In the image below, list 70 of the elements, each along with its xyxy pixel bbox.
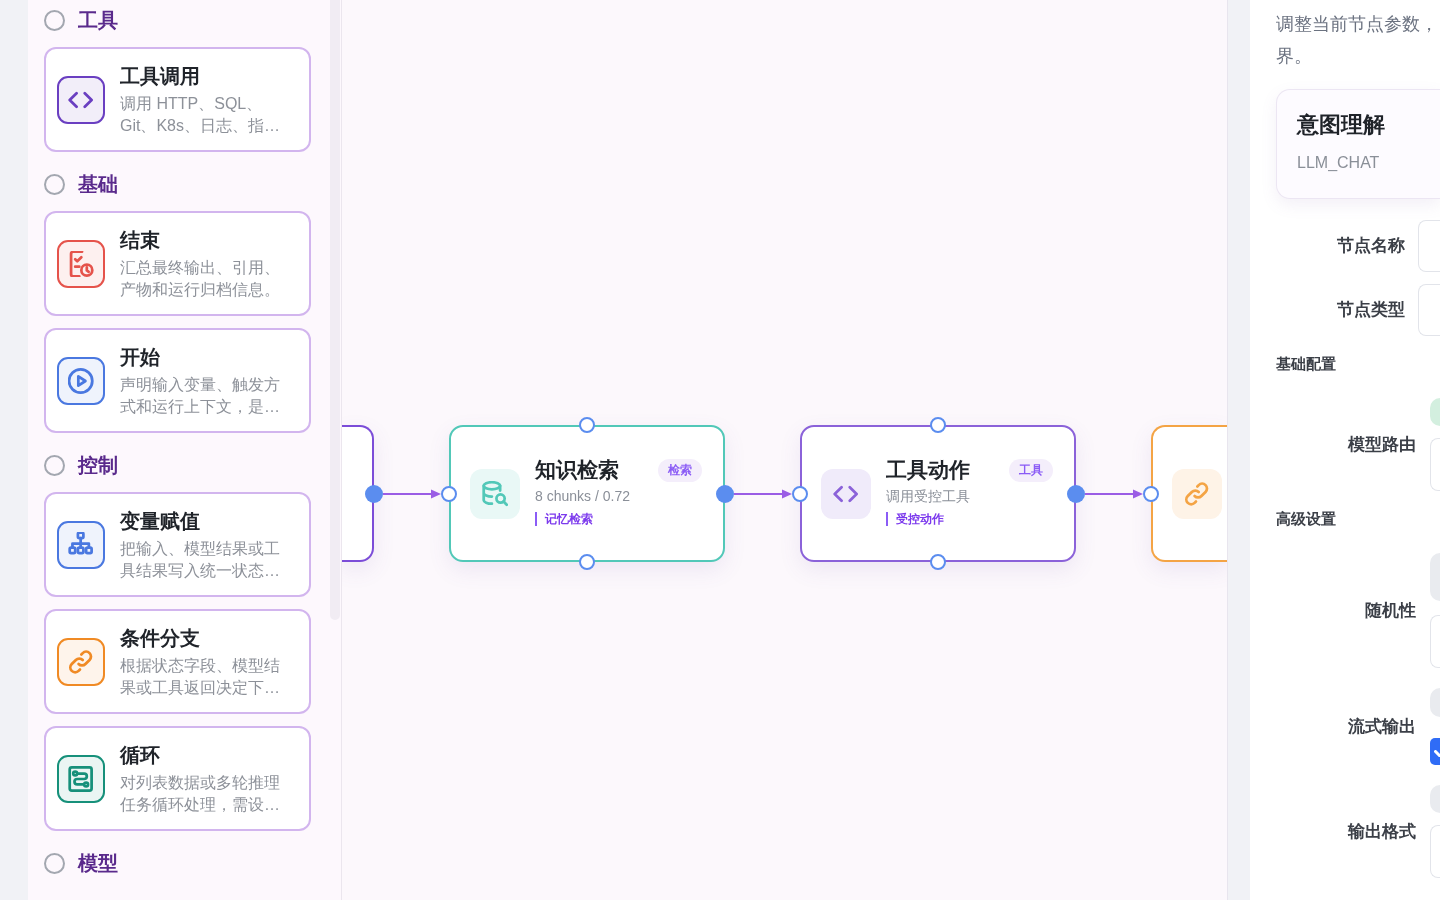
node-title: 知识检索 (535, 457, 619, 483)
card-title: 循环 (120, 742, 161, 768)
group-title: 工具 (78, 8, 118, 33)
node-badge: 检索 (658, 458, 702, 482)
card-description: 对列表数据或多轮推理任务循环处理，需设… (120, 772, 281, 815)
card-title: 结束 (120, 227, 161, 253)
node-title: 工具动作 (886, 457, 970, 483)
node-card[interactable]: 工具调用 调用 HTTP、SQL、Git、K8s、日志、指… (44, 47, 311, 152)
description-text: 界。 (1276, 45, 1313, 68)
node-tag: 记忆检索 (535, 512, 593, 526)
section-title: 基础配置 (1276, 355, 1337, 373)
group-title: 基础 (78, 172, 118, 197)
node-badge: 工具 (1009, 458, 1053, 482)
node-card[interactable]: 结束 汇总最终输出、引用、产物和运行归档信息。 (44, 211, 311, 316)
code-icon (821, 468, 871, 519)
connector-handle[interactable] (930, 417, 946, 433)
input-field[interactable] (1418, 284, 1440, 336)
input-field[interactable] (1418, 220, 1440, 272)
card-description: 声明输入变量、触发方式和运行上下文，是… (120, 374, 281, 417)
node-card[interactable]: 开始 声明输入变量、触发方式和运行上下文，是… (44, 328, 311, 433)
select-field[interactable] (1430, 438, 1440, 491)
field-label: 节点类型 (1336, 299, 1405, 321)
workflow-node[interactable] (1151, 425, 1227, 562)
connector-handle[interactable] (792, 485, 808, 502)
card-description: 把输入、模型结果或工具结果写入统一状态… (120, 538, 281, 581)
card-description: 调用 HTTP、SQL、Git、K8s、日志、指… (120, 93, 281, 136)
workflow-node[interactable]: 工具动作 工具 调用受控工具 受控动作 (800, 425, 1076, 562)
database-search-icon (470, 468, 520, 519)
card-title: 开始 (120, 344, 161, 370)
check-icon (1434, 750, 1440, 757)
group-title: 控制 (78, 453, 118, 478)
node-card[interactable]: 条件分支 根据状态字段、模型结果或工具返回决定下… (44, 609, 311, 714)
field-label: 输出格式 (1346, 820, 1416, 843)
checkbox[interactable] (1430, 738, 1440, 765)
connector-handle[interactable] (930, 554, 946, 570)
field-label: 节点名称 (1336, 235, 1405, 257)
card-subtitle: LLM_CHAT (1297, 153, 1381, 173)
field-label: 流式输出 (1347, 715, 1416, 738)
card-title: 意图理解 (1297, 111, 1386, 139)
description-text: 调整当前节点参数， (1276, 13, 1439, 36)
card-description: 根据状态字段、模型结果或工具返回决定下… (120, 655, 281, 698)
node-subtitle: 8 chunks / 0.72 (535, 487, 630, 506)
link-icon (1172, 468, 1222, 519)
ring-icon (44, 454, 65, 476)
card-title: 工具调用 (120, 63, 201, 89)
section-title: 高级设置 (1276, 510, 1337, 528)
select-field[interactable] (1430, 825, 1440, 878)
edge-arrow (734, 487, 792, 500)
ring-icon (44, 852, 65, 874)
edge-arrow (1085, 487, 1143, 500)
node-tag: 受控动作 (886, 512, 944, 526)
node-subtitle: 调用受控工具 (886, 487, 970, 506)
connector-handle[interactable] (579, 554, 595, 570)
field-label: 模型路由 (1347, 433, 1416, 456)
number-field[interactable] (1430, 615, 1440, 668)
card-title: 条件分支 (120, 625, 201, 651)
node-card[interactable]: 循环 对列表数据或多轮推理任务循环处理，需设… (44, 726, 311, 831)
card-title: 变量赋值 (120, 508, 201, 534)
connector-handle[interactable] (441, 485, 457, 502)
connector-handle[interactable] (579, 417, 595, 433)
workflow-node[interactable] (342, 425, 374, 562)
group-title: 模型 (78, 851, 118, 876)
card-description: 汇总最终输出、引用、产物和运行归档信息。 (120, 257, 281, 300)
workflow-node[interactable]: 知识检索 检索 8 chunks / 0.72 记忆检索 (449, 425, 725, 562)
ring-icon (44, 173, 65, 195)
node-card[interactable]: 变量赋值 把输入、模型结果或工具结果写入统一状态… (44, 492, 311, 597)
connector-handle[interactable] (1143, 485, 1159, 502)
edge-arrow (383, 487, 441, 500)
ring-icon (44, 9, 65, 31)
field-label: 随机性 (1364, 599, 1416, 622)
